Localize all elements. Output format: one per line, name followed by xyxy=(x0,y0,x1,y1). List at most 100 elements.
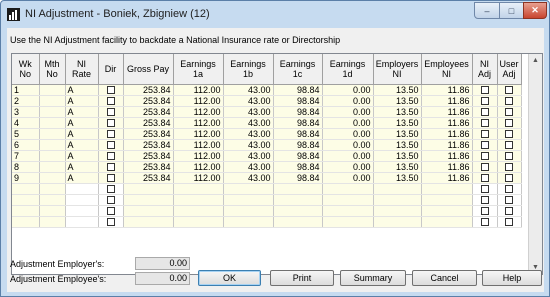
col-header-user-adj[interactable]: User Adj xyxy=(497,54,522,85)
ni-adj-box[interactable] xyxy=(480,141,489,149)
dir-box[interactable] xyxy=(106,108,115,116)
cell-earnings-1b[interactable] xyxy=(223,183,274,195)
cell-earnings-1d[interactable]: 0.00 xyxy=(322,128,374,140)
cell-earnings-1c[interactable]: 98.84 xyxy=(273,161,323,173)
ok-button[interactable]: OK xyxy=(198,270,261,286)
table-row[interactable] xyxy=(12,216,522,228)
cell-earnings-1d[interactable]: 0.00 xyxy=(322,117,374,129)
cell-earnings-1b[interactable]: 43.00 xyxy=(223,106,274,118)
cell-earnings-1a[interactable] xyxy=(173,194,224,206)
cell-mth-no[interactable] xyxy=(39,84,66,96)
cell-wk-no[interactable] xyxy=(12,183,40,195)
cell-earnings-1b[interactable]: 43.00 xyxy=(223,139,274,151)
cell-earnings-1c[interactable]: 98.84 xyxy=(273,128,323,140)
table-row[interactable]: 2 A 253.84 112.00 43.00 98.84 0.00 13.50 11.86 xyxy=(12,95,522,107)
cell-earnings-1a[interactable]: 112.00 xyxy=(173,117,224,129)
cell-wk-no[interactable]: 8 xyxy=(12,161,40,173)
cell-gross-pay[interactable]: 253.84 xyxy=(123,161,174,173)
cell-wk-no[interactable]: 3 xyxy=(12,106,40,118)
cell-earnings-1b[interactable]: 43.00 xyxy=(223,161,274,173)
cell-employees-ni[interactable] xyxy=(421,194,473,206)
ni-adj-box[interactable] xyxy=(480,130,489,138)
dir-box[interactable] xyxy=(106,152,115,160)
col-header-mth-no[interactable]: Mth No xyxy=(39,54,66,85)
ni-adj-box[interactable] xyxy=(480,163,489,171)
cell-earnings-1a[interactable] xyxy=(173,183,224,195)
table-row[interactable]: 8 A 253.84 112.00 43.00 98.84 0.00 13.50 11.86 xyxy=(12,161,522,173)
dir-box[interactable] xyxy=(106,141,115,149)
cell-earnings-1a[interactable]: 112.00 xyxy=(173,161,224,173)
cell-mth-no[interactable] xyxy=(39,139,66,151)
cell-mth-no[interactable] xyxy=(39,106,66,118)
cell-gross-pay[interactable] xyxy=(123,194,174,206)
cell-employees-ni[interactable]: 11.86 xyxy=(421,84,473,96)
cell-earnings-1d[interactable]: 0.00 xyxy=(322,95,374,107)
cell-employees-ni[interactable]: 11.86 xyxy=(421,106,473,118)
ni-adj-box[interactable] xyxy=(480,86,489,94)
cell-earnings-1b[interactable] xyxy=(223,194,274,206)
cell-mth-no[interactable] xyxy=(39,117,66,129)
cell-earnings-1c[interactable]: 98.84 xyxy=(273,106,323,118)
cell-employers-ni[interactable]: 13.50 xyxy=(373,117,422,129)
cell-employees-ni[interactable] xyxy=(421,183,473,195)
user-adj-box[interactable] xyxy=(505,86,513,94)
user-adj-box[interactable] xyxy=(505,218,513,226)
print-button[interactable]: Print xyxy=(270,270,334,286)
cell-earnings-1a[interactable]: 112.00 xyxy=(173,106,224,118)
dir-box[interactable] xyxy=(106,130,115,138)
cell-gross-pay[interactable] xyxy=(123,216,174,228)
user-adj-box[interactable] xyxy=(505,163,513,171)
cell-earnings-1c[interactable]: 98.84 xyxy=(273,172,323,184)
cell-employees-ni[interactable] xyxy=(421,216,473,228)
cell-gross-pay[interactable] xyxy=(123,205,174,217)
cell-wk-no[interactable]: 7 xyxy=(12,150,40,162)
dir-box[interactable] xyxy=(106,86,115,94)
table-row[interactable] xyxy=(12,183,522,195)
cell-earnings-1d[interactable]: 0.00 xyxy=(322,172,374,184)
user-adj-box[interactable] xyxy=(505,130,513,138)
cell-employees-ni[interactable]: 11.86 xyxy=(421,128,473,140)
summary-button[interactable]: Summary xyxy=(340,270,406,286)
cell-employees-ni[interactable] xyxy=(421,205,473,217)
cell-earnings-1a[interactable] xyxy=(173,216,224,228)
cell-earnings-1d[interactable]: 0.00 xyxy=(322,161,374,173)
cell-ni-rate[interactable]: A xyxy=(65,95,99,107)
cell-wk-no[interactable]: 9 xyxy=(12,172,40,184)
cell-mth-no[interactable] xyxy=(39,161,66,173)
cell-employers-ni[interactable] xyxy=(373,183,422,195)
user-adj-box[interactable] xyxy=(505,152,513,160)
cell-earnings-1c[interactable] xyxy=(273,205,323,217)
cell-earnings-1b[interactable]: 43.00 xyxy=(223,150,274,162)
cell-employers-ni[interactable]: 13.50 xyxy=(373,106,422,118)
cell-wk-no[interactable] xyxy=(12,205,40,217)
vertical-scrollbar[interactable]: ▲ ▼ xyxy=(528,54,542,274)
cell-mth-no[interactable] xyxy=(39,95,66,107)
ni-adj-box[interactable] xyxy=(480,174,489,182)
cell-earnings-1b[interactable]: 43.00 xyxy=(223,95,274,107)
cell-ni-rate[interactable] xyxy=(65,205,99,217)
cell-mth-no[interactable] xyxy=(39,150,66,162)
cell-ni-rate[interactable]: A xyxy=(65,172,99,184)
maximize-button[interactable]: □ xyxy=(499,2,524,19)
cell-ni-rate[interactable] xyxy=(65,216,99,228)
table-row[interactable]: 3 A 253.84 112.00 43.00 98.84 0.00 13.50 11.86 xyxy=(12,106,522,118)
ni-adj-box[interactable] xyxy=(480,185,489,193)
cell-earnings-1c[interactable] xyxy=(273,183,323,195)
cancel-button[interactable]: Cancel xyxy=(412,270,477,286)
cell-employers-ni[interactable]: 13.50 xyxy=(373,139,422,151)
cell-earnings-1a[interactable]: 112.00 xyxy=(173,84,224,96)
cell-earnings-1b[interactable]: 43.00 xyxy=(223,84,274,96)
help-button[interactable]: Help xyxy=(482,270,542,286)
cell-mth-no[interactable] xyxy=(39,128,66,140)
cell-wk-no[interactable] xyxy=(12,194,40,206)
cell-gross-pay[interactable]: 253.84 xyxy=(123,95,174,107)
user-adj-box[interactable] xyxy=(505,97,513,105)
cell-employers-ni[interactable]: 13.50 xyxy=(373,95,422,107)
cell-earnings-1c[interactable]: 98.84 xyxy=(273,150,323,162)
cell-gross-pay[interactable]: 253.84 xyxy=(123,139,174,151)
ni-adj-box[interactable] xyxy=(480,119,489,127)
cell-earnings-1c[interactable] xyxy=(273,194,323,206)
cell-employees-ni[interactable]: 11.86 xyxy=(421,117,473,129)
table-row[interactable]: 9 A 253.84 112.00 43.00 98.84 0.00 13.50 11.86 xyxy=(12,172,522,184)
cell-wk-no[interactable]: 2 xyxy=(12,95,40,107)
